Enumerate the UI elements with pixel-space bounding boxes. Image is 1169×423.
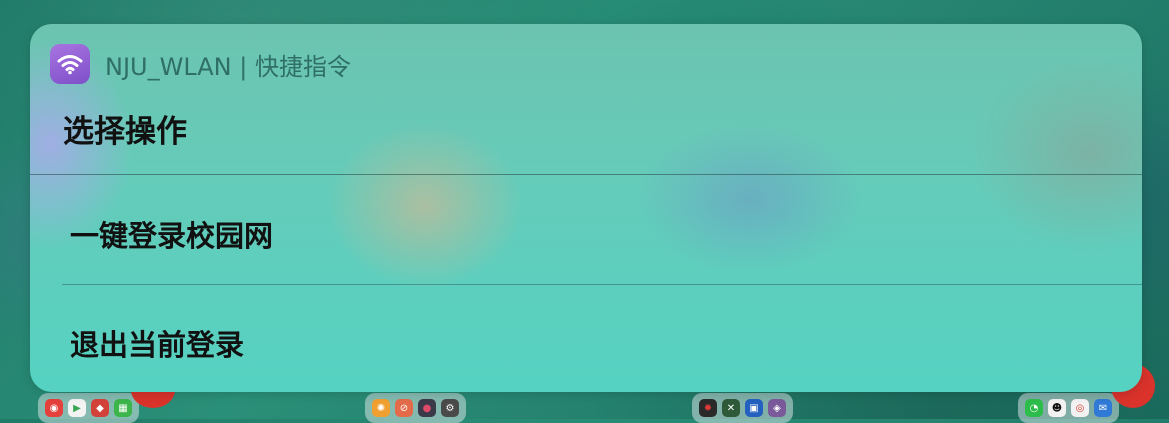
netease-music-icon[interactable]: ◉: [45, 399, 63, 417]
video-app-icon[interactable]: ▶: [68, 399, 86, 417]
wechat-icon[interactable]: ◔: [1025, 399, 1043, 417]
raspberry-app-icon[interactable]: ●: [418, 399, 436, 417]
login-campus-network-button[interactable]: 一键登录校园网: [70, 213, 273, 255]
game2-app-icon[interactable]: ◈: [768, 399, 786, 417]
wifi-icon: [50, 44, 90, 84]
settings-icon[interactable]: ⚙: [441, 399, 459, 417]
mail-app-icon[interactable]: ✉: [1094, 399, 1112, 417]
food-app-icon[interactable]: ◆: [91, 399, 109, 417]
logout-button[interactable]: 退出当前登录: [70, 322, 244, 364]
divider: [62, 284, 1142, 285]
widget-app-name: NJU_WLAN | 快捷指令: [105, 52, 351, 81]
news-app-icon[interactable]: ▦: [114, 399, 132, 417]
prompt-title: 选择操作: [63, 114, 187, 150]
safari-icon[interactable]: ⊘: [395, 399, 413, 417]
sun-app-icon[interactable]: ✺: [372, 399, 390, 417]
qq-icon[interactable]: ☻: [1048, 399, 1066, 417]
shortcut-widget: NJU_WLAN | 快捷指令 选择操作 一键登录校园网 退出当前登录: [30, 24, 1142, 392]
divider: [30, 174, 1142, 175]
xbox-app-icon[interactable]: ✕: [722, 399, 740, 417]
game-app-icon[interactable]: ✹: [699, 399, 717, 417]
widget-header: NJU_WLAN | 快捷指令: [50, 44, 351, 84]
weibo-icon[interactable]: ◎: [1071, 399, 1089, 417]
photo-app-icon[interactable]: ▣: [745, 399, 763, 417]
